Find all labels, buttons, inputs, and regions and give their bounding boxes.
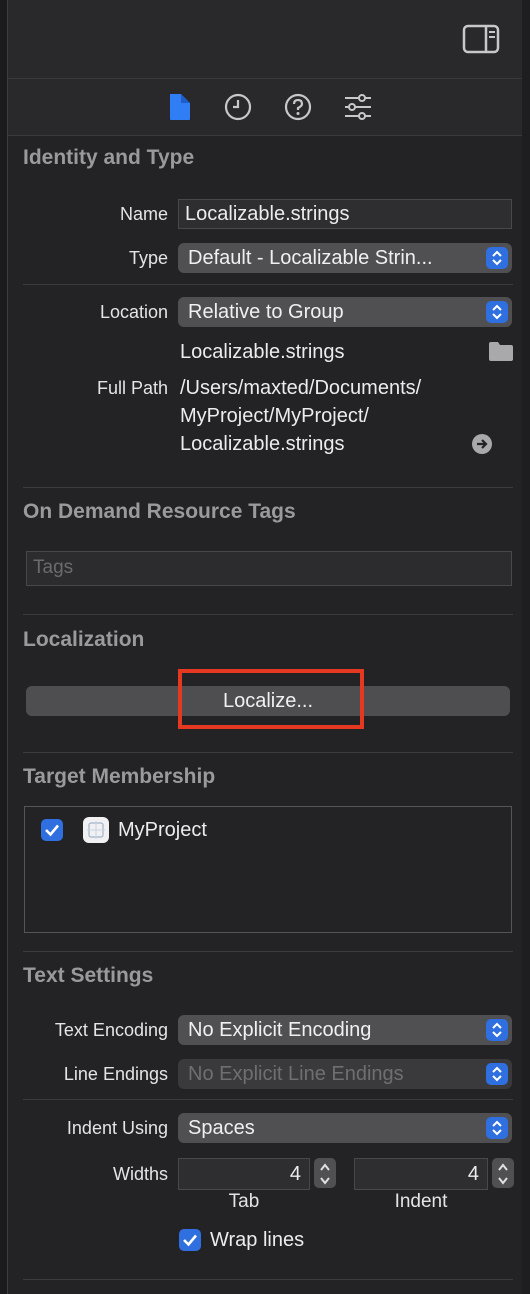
full-path-label: Full Path bbox=[96, 378, 168, 398]
text-settings-divider bbox=[23, 951, 513, 952]
text-settings-section-title: Text Settings bbox=[23, 964, 154, 987]
line-endings-popup[interactable]: No Explicit Line Endings bbox=[178, 1059, 512, 1089]
localization-section-title: Localization bbox=[23, 628, 145, 651]
indent-width-field[interactable]: 4 bbox=[354, 1158, 488, 1190]
indent-width-stepper[interactable] bbox=[492, 1158, 514, 1188]
bottom-divider bbox=[23, 1279, 513, 1280]
full-path-line-1: /Users/maxted/Documents/ bbox=[180, 377, 422, 399]
target-name: MyProject bbox=[118, 819, 207, 841]
tags-field[interactable]: Tags bbox=[26, 551, 512, 586]
app-target-icon bbox=[82, 816, 110, 844]
tab-file-inspector[interactable] bbox=[166, 92, 194, 122]
folder-icon[interactable] bbox=[488, 340, 514, 362]
odr-section-title: On Demand Resource Tags bbox=[23, 500, 296, 523]
popup-arrows-icon bbox=[486, 1063, 508, 1085]
indent-using-popup[interactable]: Spaces bbox=[178, 1113, 512, 1143]
popup-arrows-icon bbox=[486, 247, 508, 269]
tab-attributes-inspector[interactable] bbox=[343, 92, 373, 122]
checkmark-icon bbox=[45, 824, 59, 837]
name-label: Name bbox=[119, 204, 168, 224]
type-popup[interactable]: Default - Localizable Strin... bbox=[178, 243, 512, 273]
window-edge bbox=[522, 0, 530, 1294]
line-endings-label: Line Endings bbox=[63, 1064, 168, 1084]
wrap-lines-checkbox[interactable] bbox=[179, 1229, 201, 1251]
odr-divider bbox=[23, 487, 513, 488]
full-path-line-3: Localizable.strings bbox=[180, 433, 345, 455]
line-endings-value: No Explicit Line Endings bbox=[188, 1063, 404, 1085]
location-label: Location bbox=[99, 302, 168, 322]
tab-caption: Tab bbox=[228, 1191, 260, 1212]
tab-history-inspector[interactable] bbox=[223, 92, 253, 122]
text-encoding-value: No Explicit Encoding bbox=[188, 1019, 372, 1041]
membership-divider bbox=[23, 752, 513, 753]
location-popup[interactable]: Relative to Group bbox=[178, 297, 512, 327]
location-popup-value: Relative to Group bbox=[188, 301, 344, 323]
indent-using-value: Spaces bbox=[188, 1117, 255, 1139]
tab-width-field[interactable]: 4 bbox=[178, 1158, 310, 1190]
popup-arrows-icon bbox=[486, 1019, 508, 1041]
popup-arrows-icon bbox=[486, 1117, 508, 1139]
reveal-in-finder-icon[interactable] bbox=[471, 433, 493, 455]
identity-divider bbox=[23, 284, 513, 285]
indent-caption: Indent bbox=[394, 1191, 448, 1212]
localization-divider bbox=[23, 614, 513, 615]
editor-edge bbox=[0, 0, 8, 1294]
tab-width-stepper[interactable] bbox=[314, 1158, 336, 1188]
indent-divider bbox=[23, 1099, 513, 1100]
text-encoding-label: Text Encoding bbox=[54, 1020, 168, 1040]
widths-label: Widths bbox=[112, 1164, 168, 1184]
stepper-arrows-icon bbox=[498, 1163, 508, 1185]
target-checkbox[interactable] bbox=[41, 819, 63, 841]
wrap-lines-label: Wrap lines bbox=[210, 1229, 305, 1251]
type-popup-value: Default - Localizable Strin... bbox=[188, 247, 433, 269]
indent-using-label: Indent Using bbox=[66, 1118, 168, 1138]
full-path-line-2: MyProject/MyProject/ bbox=[180, 405, 369, 427]
stepper-arrows-icon bbox=[320, 1163, 330, 1185]
file-inspector-icon bbox=[170, 94, 190, 120]
popup-arrows-icon bbox=[486, 301, 508, 323]
text-encoding-popup[interactable]: No Explicit Encoding bbox=[178, 1015, 512, 1045]
toggle-inspector-icon[interactable] bbox=[462, 24, 500, 54]
localize-highlight bbox=[178, 669, 364, 729]
attributes-inspector-icon bbox=[345, 94, 371, 120]
name-field[interactable]: Localizable.strings bbox=[178, 199, 512, 229]
checkmark-icon bbox=[183, 1234, 197, 1247]
membership-section-title: Target Membership bbox=[23, 765, 216, 788]
history-inspector-icon bbox=[224, 93, 252, 121]
type-label: Type bbox=[128, 248, 168, 268]
identity-section-title: Identity and Type bbox=[23, 146, 195, 169]
quick-help-icon bbox=[284, 93, 312, 121]
inspector-tab-bar bbox=[8, 79, 530, 136]
location-file-name: Localizable.strings bbox=[180, 341, 345, 363]
tab-quick-help[interactable] bbox=[283, 92, 313, 122]
inspector-toolbar bbox=[8, 0, 530, 79]
